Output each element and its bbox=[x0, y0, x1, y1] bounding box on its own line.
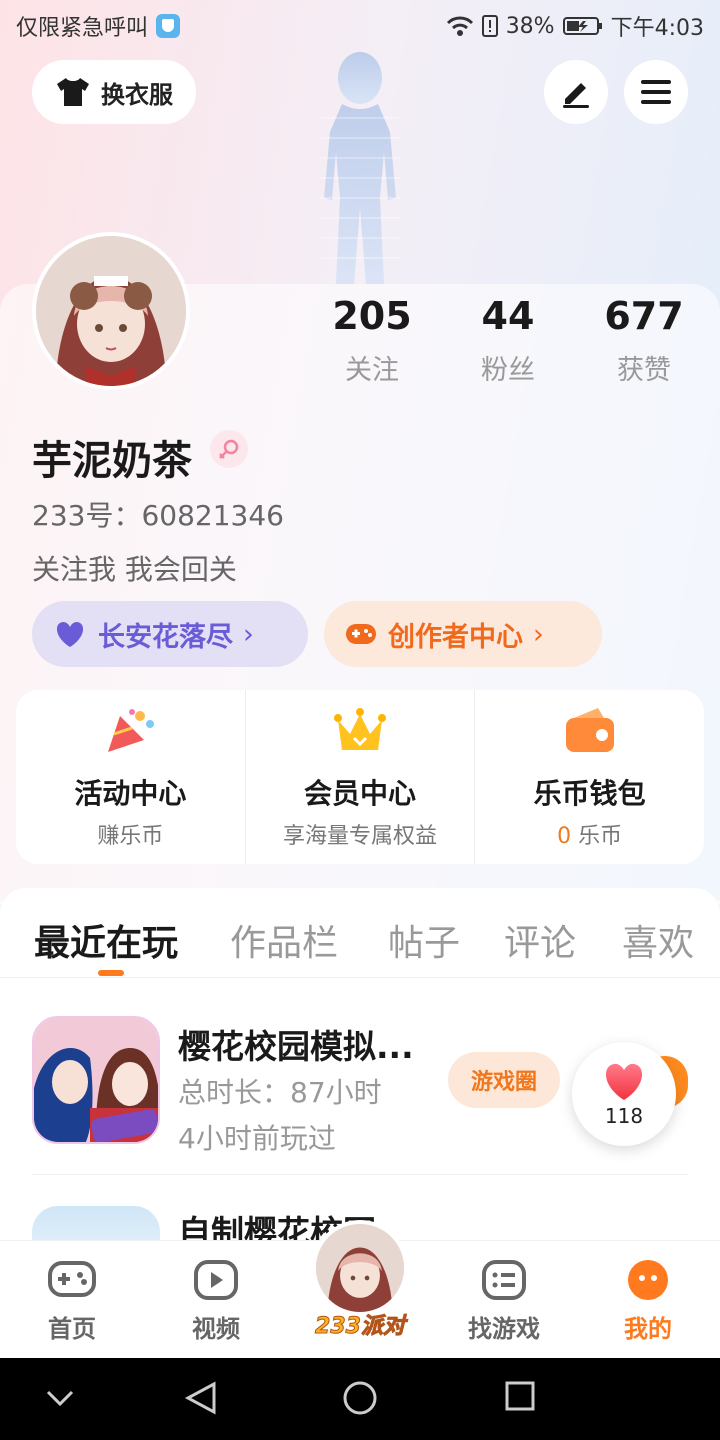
floating-like-button[interactable]: 118 bbox=[572, 1042, 676, 1146]
vip-center-title: 会员中心 bbox=[304, 777, 417, 810]
nav-video-label: 视频 bbox=[192, 1315, 240, 1343]
avatar[interactable] bbox=[32, 232, 190, 390]
change-outfit-label: 换衣服 bbox=[101, 80, 173, 109]
nav-find-games[interactable]: 找游戏 bbox=[454, 1259, 554, 1344]
coin-wallet-subtitle: 0 乐币 bbox=[475, 818, 704, 850]
vip-center-button[interactable]: 会员中心 享海量专属权益 bbox=[244, 690, 475, 864]
play-icon bbox=[194, 1260, 238, 1300]
user-id-value: 60821346 bbox=[141, 499, 284, 532]
chevron-right-icon: › bbox=[243, 618, 254, 650]
likes-count: 677 bbox=[604, 294, 684, 338]
system-nav-bar bbox=[0, 1358, 720, 1440]
list-divider bbox=[32, 1174, 688, 1175]
following-stat[interactable]: 205 关注 bbox=[304, 294, 440, 387]
shield-icon bbox=[156, 14, 181, 38]
party-center-label: 233派对 bbox=[315, 1314, 406, 1340]
like-count: 118 bbox=[604, 1104, 644, 1128]
chevron-down-icon[interactable] bbox=[44, 1388, 76, 1408]
home-icon[interactable] bbox=[342, 1380, 378, 1416]
game-playtime: 总时长：87小时 bbox=[178, 1076, 382, 1109]
battery-icon bbox=[562, 17, 602, 35]
avatar-portrait bbox=[36, 236, 186, 386]
profile-tabs: 最近在玩 作品栏 帖子 评论 喜欢 bbox=[0, 888, 720, 978]
services-panel: 活动中心 赚乐币 会员中心 享海量专属权益 乐币钱包 0 乐币 bbox=[16, 690, 704, 864]
change-outfit-button[interactable]: 换衣服 bbox=[32, 60, 196, 124]
nav-mine[interactable]: 我的 bbox=[598, 1259, 698, 1344]
activity-center-subtitle: 赚乐币 bbox=[97, 824, 164, 849]
nickname: 芋泥奶茶 bbox=[32, 438, 192, 484]
tab-likes[interactable]: 喜欢 bbox=[622, 914, 694, 966]
game-meta: 总时长：87小时 4小时前玩过 bbox=[178, 1070, 382, 1162]
content-panel: 最近在玩 作品栏 帖子 评论 喜欢 樱花校园模拟... 总时长：87小时 4小时… bbox=[0, 888, 720, 1268]
avatar-portrait bbox=[316, 1224, 404, 1312]
back-icon[interactable] bbox=[184, 1380, 218, 1416]
followers-stat[interactable]: 44 粉丝 bbox=[440, 294, 576, 387]
carrier-text: 仅限紧急呼叫 bbox=[16, 16, 149, 41]
heart-icon bbox=[605, 1063, 643, 1100]
gamepad-icon bbox=[48, 1261, 96, 1297]
tab-comments[interactable]: 评论 bbox=[504, 914, 576, 966]
recents-icon[interactable] bbox=[504, 1380, 536, 1412]
party-popper-icon bbox=[108, 709, 155, 752]
activity-center-title: 活动中心 bbox=[74, 777, 187, 810]
nav-video[interactable]: 视频 bbox=[166, 1259, 266, 1344]
wifi-icon bbox=[446, 16, 473, 36]
female-gender-icon bbox=[210, 430, 248, 468]
user-id: 233号：60821346 bbox=[32, 494, 284, 534]
purple-heart-icon bbox=[56, 622, 84, 647]
game-last-played: 4小时前玩过 bbox=[178, 1122, 336, 1155]
pen-icon bbox=[563, 83, 589, 108]
list-icon bbox=[482, 1260, 526, 1300]
avatar-figure-hologram bbox=[320, 52, 400, 284]
followers-count: 44 bbox=[481, 294, 535, 338]
party-center-button[interactable] bbox=[312, 1220, 408, 1316]
hamburger-icon bbox=[641, 80, 671, 104]
chevron-right-icon: › bbox=[533, 618, 544, 650]
tab-recent-play[interactable]: 最近在玩 bbox=[34, 914, 178, 966]
game-circle-button[interactable]: 游戏圈 bbox=[448, 1052, 560, 1108]
nav-home[interactable]: 首页 bbox=[22, 1259, 122, 1344]
nav-find-games-label: 找游戏 bbox=[468, 1315, 540, 1343]
likes-label: 获赞 bbox=[617, 355, 671, 386]
game-title: 樱花校园模拟... bbox=[178, 1027, 414, 1066]
nav-mine-label: 我的 bbox=[624, 1315, 672, 1343]
battery-percent: 38% bbox=[505, 13, 555, 39]
creator-center-label: 创作者中心 bbox=[388, 621, 523, 653]
nav-home-label: 首页 bbox=[48, 1315, 96, 1343]
crown-icon bbox=[334, 708, 386, 750]
following-label: 关注 bbox=[345, 355, 399, 386]
partner-chip-label: 长安花落尽 bbox=[98, 621, 233, 653]
active-tab-indicator bbox=[98, 970, 124, 976]
followers-label: 粉丝 bbox=[481, 355, 535, 386]
bio: 关注我 我会回关 bbox=[32, 553, 237, 586]
coin-wallet-button[interactable]: 乐币钱包 0 乐币 bbox=[474, 690, 704, 864]
status-bar: 仅限紧急呼叫 38% 下午4:03 bbox=[0, 0, 720, 50]
tab-works[interactable]: 作品栏 bbox=[230, 914, 338, 966]
tab-posts[interactable]: 帖子 bbox=[388, 914, 460, 966]
likes-stat[interactable]: 677 获赞 bbox=[576, 294, 712, 387]
gamepad-icon bbox=[346, 624, 376, 644]
coin-amount: 0 bbox=[557, 824, 572, 849]
vip-center-subtitle: 享海量专属权益 bbox=[283, 824, 438, 849]
clock: 下午4:03 bbox=[610, 16, 704, 41]
activity-center-button[interactable]: 活动中心 赚乐币 bbox=[16, 690, 245, 864]
user-id-label: 233号： bbox=[32, 499, 142, 532]
face-icon bbox=[628, 1260, 668, 1300]
wallet-icon bbox=[565, 708, 614, 752]
partner-chip[interactable]: 长安花落尽 › bbox=[32, 601, 308, 667]
creator-center-chip[interactable]: 创作者中心 › bbox=[324, 601, 602, 667]
list-item[interactable]: 樱花校园模拟... 总时长：87小时 4小时前玩过 游戏圈 118 bbox=[32, 1016, 692, 1155]
alert-icon bbox=[481, 15, 498, 37]
menu-button[interactable] bbox=[624, 60, 688, 124]
edit-profile-button[interactable] bbox=[544, 60, 608, 124]
game-icon bbox=[32, 1016, 160, 1144]
coin-wallet-title: 乐币钱包 bbox=[533, 777, 646, 810]
coin-unit: 乐币 bbox=[578, 824, 623, 849]
following-count: 205 bbox=[332, 294, 412, 338]
tshirt-icon bbox=[57, 78, 89, 106]
